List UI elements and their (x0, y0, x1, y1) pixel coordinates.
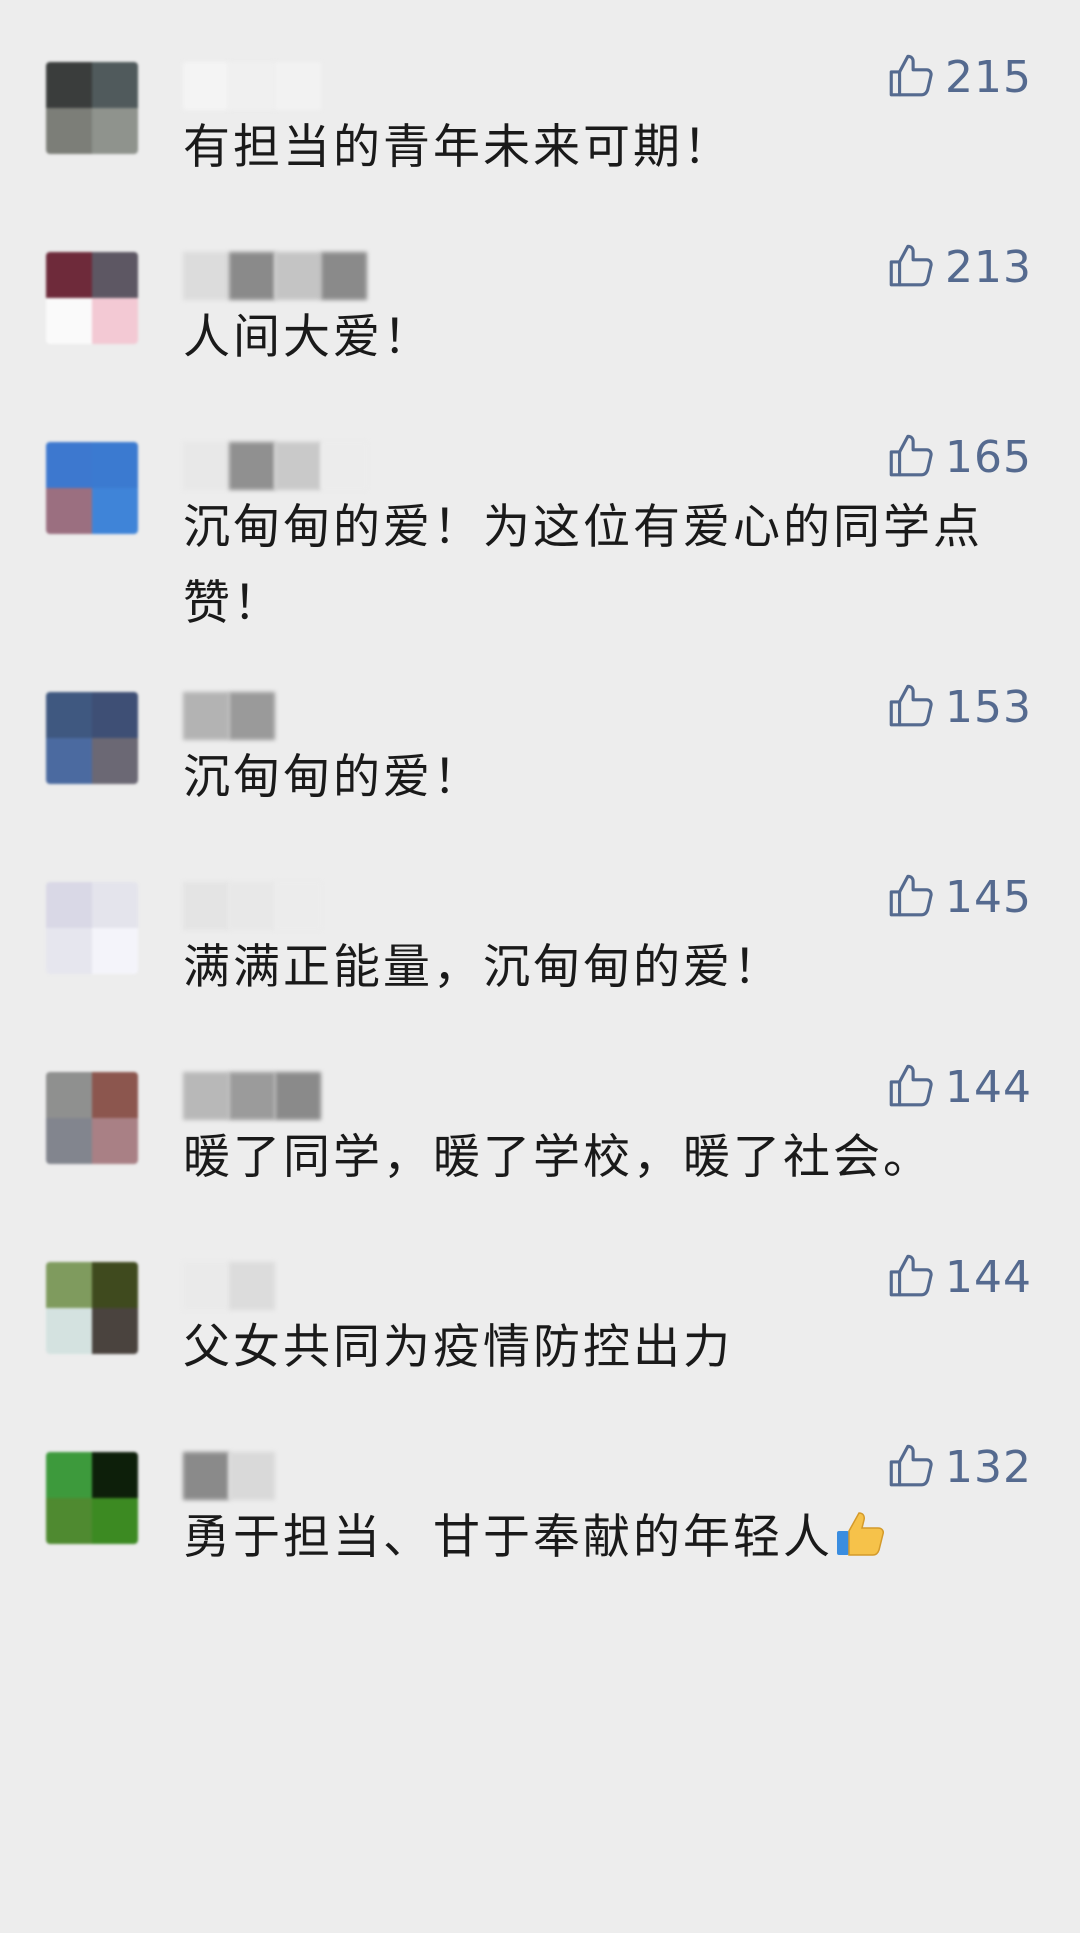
avatar[interactable] (46, 1072, 138, 1164)
comment-text: 勇于担当、甘于奉献的年轻人 (183, 1500, 1023, 1576)
comment-text-content: 有担当的青年未来可期！ (183, 120, 733, 175)
like-button[interactable]: 165 (885, 430, 1032, 484)
comment-text-content: 父女共同为疫情防控出力 (183, 1320, 733, 1375)
comment-text-content: 暖了同学，暖了学校，暖了社会。 (183, 1130, 933, 1185)
comment-text: 暖了同学，暖了学校，暖了社会。 (183, 1120, 1023, 1196)
thumbs-up-outline-icon (885, 1440, 935, 1494)
like-button[interactable]: 144 (885, 1250, 1032, 1304)
avatar[interactable] (46, 62, 138, 154)
like-button[interactable]: 213 (885, 240, 1032, 294)
like-count: 215 (945, 51, 1032, 103)
comment-text: 父女共同为疫情防控出力 (183, 1310, 1023, 1386)
like-count: 165 (945, 431, 1032, 483)
avatar[interactable] (46, 1262, 138, 1354)
comment-text-content: 满满正能量，沉甸甸的爱！ (183, 940, 783, 995)
like-button[interactable]: 153 (885, 680, 1032, 734)
like-button[interactable]: 145 (885, 870, 1032, 924)
thumbs-up-outline-icon (885, 50, 935, 104)
comment-text-content: 勇于担当、甘于奉献的年轻人 (183, 1510, 833, 1565)
thumbs-up-outline-icon (885, 680, 935, 734)
username-blurred[interactable] (183, 1452, 275, 1500)
comment-text: 沉甸甸的爱！为这位有爱心的同学点赞！ (183, 490, 1023, 642)
username-blurred[interactable] (183, 692, 275, 740)
avatar[interactable] (46, 252, 138, 344)
thumbs-up-outline-icon (885, 1060, 935, 1114)
like-count: 145 (945, 871, 1032, 923)
like-button[interactable]: 144 (885, 1060, 1032, 1114)
comment-text: 有担当的青年未来可期！ (183, 110, 1023, 186)
like-count: 153 (945, 681, 1032, 733)
avatar[interactable] (46, 882, 138, 974)
comment-text-content: 沉甸甸的爱！ (183, 750, 483, 805)
like-count: 213 (945, 241, 1032, 293)
like-count: 144 (945, 1251, 1032, 1303)
username-blurred[interactable] (183, 1262, 275, 1310)
like-button[interactable]: 215 (885, 50, 1032, 104)
thumbs-up-emoji-icon (837, 1512, 884, 1556)
avatar[interactable] (46, 692, 138, 784)
thumbs-up-outline-icon (885, 240, 935, 294)
comment-text-content: 人间大爱！ (183, 310, 433, 365)
comment-text-content: 沉甸甸的爱！为这位有爱心的同学点赞！ (183, 500, 983, 631)
like-button[interactable]: 132 (885, 1440, 1032, 1494)
comment-text: 满满正能量，沉甸甸的爱！ (183, 930, 1023, 1006)
thumbs-up-outline-icon (885, 1250, 935, 1304)
like-count: 132 (945, 1441, 1032, 1493)
thumbs-up-outline-icon (885, 430, 935, 484)
avatar[interactable] (46, 1452, 138, 1544)
avatar[interactable] (46, 442, 138, 534)
username-blurred[interactable] (183, 1072, 321, 1120)
username-blurred[interactable] (183, 442, 367, 490)
username-blurred[interactable] (183, 62, 321, 110)
like-count: 144 (945, 1061, 1032, 1113)
username-blurred[interactable] (183, 252, 367, 300)
comment-text: 人间大爱！ (183, 300, 1023, 376)
username-blurred[interactable] (183, 882, 321, 930)
comment-text: 沉甸甸的爱！ (183, 740, 1023, 816)
thumbs-up-outline-icon (885, 870, 935, 924)
